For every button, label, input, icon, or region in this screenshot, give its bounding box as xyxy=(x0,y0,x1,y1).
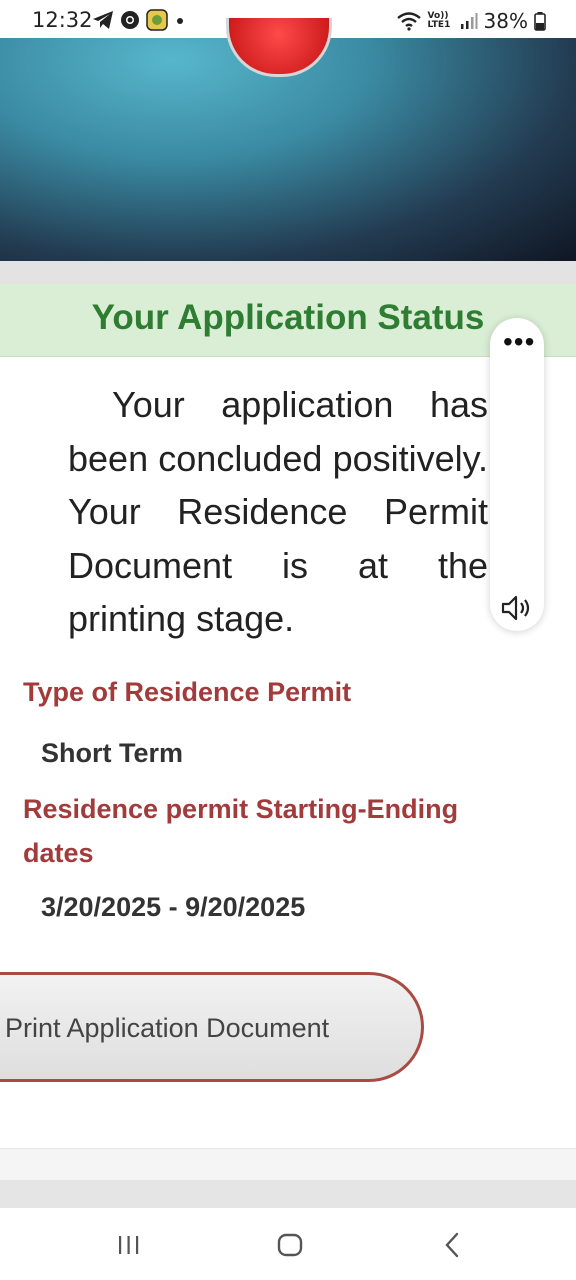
battery-percent: 38% xyxy=(483,9,528,33)
app-icon xyxy=(146,9,168,31)
signal-icon xyxy=(460,13,478,29)
page-title: Your Application Status xyxy=(91,298,485,337)
telegram-icon xyxy=(93,11,113,29)
system-nav-bar xyxy=(0,1208,576,1280)
permit-type-value: Short Term xyxy=(41,738,184,768)
print-application-button[interactable]: Print Application Document xyxy=(0,972,424,1082)
divider xyxy=(0,261,576,284)
volte-icon: Vo)) LTE1 xyxy=(427,11,451,30)
permit-dates-value: 3/20/2025 - 9/20/2025 xyxy=(41,892,306,922)
clock: 12:32 xyxy=(32,8,93,32)
chrome-icon xyxy=(121,11,139,29)
footer-band xyxy=(0,1148,576,1181)
logo xyxy=(226,18,332,77)
status-message: Your application has been concluded posi… xyxy=(68,384,488,639)
back-icon[interactable] xyxy=(440,1230,464,1260)
more-icon[interactable]: ••• xyxy=(503,328,535,356)
permit-dates-label: Residence permit Starting-Ending dates xyxy=(23,794,459,868)
battery-icon xyxy=(534,12,546,31)
permit-type-label: Type of Residence Permit xyxy=(23,677,352,707)
dot-icon xyxy=(177,18,183,24)
speaker-icon[interactable] xyxy=(500,592,534,624)
print-button-label: Print Application Document xyxy=(5,1013,330,1043)
recent-apps-icon[interactable] xyxy=(116,1230,142,1260)
footer-band-lower xyxy=(0,1180,576,1208)
header-banner xyxy=(0,18,576,261)
wifi-icon xyxy=(396,12,421,31)
home-icon[interactable] xyxy=(276,1230,304,1260)
floating-toolbar: ••• xyxy=(490,318,544,631)
